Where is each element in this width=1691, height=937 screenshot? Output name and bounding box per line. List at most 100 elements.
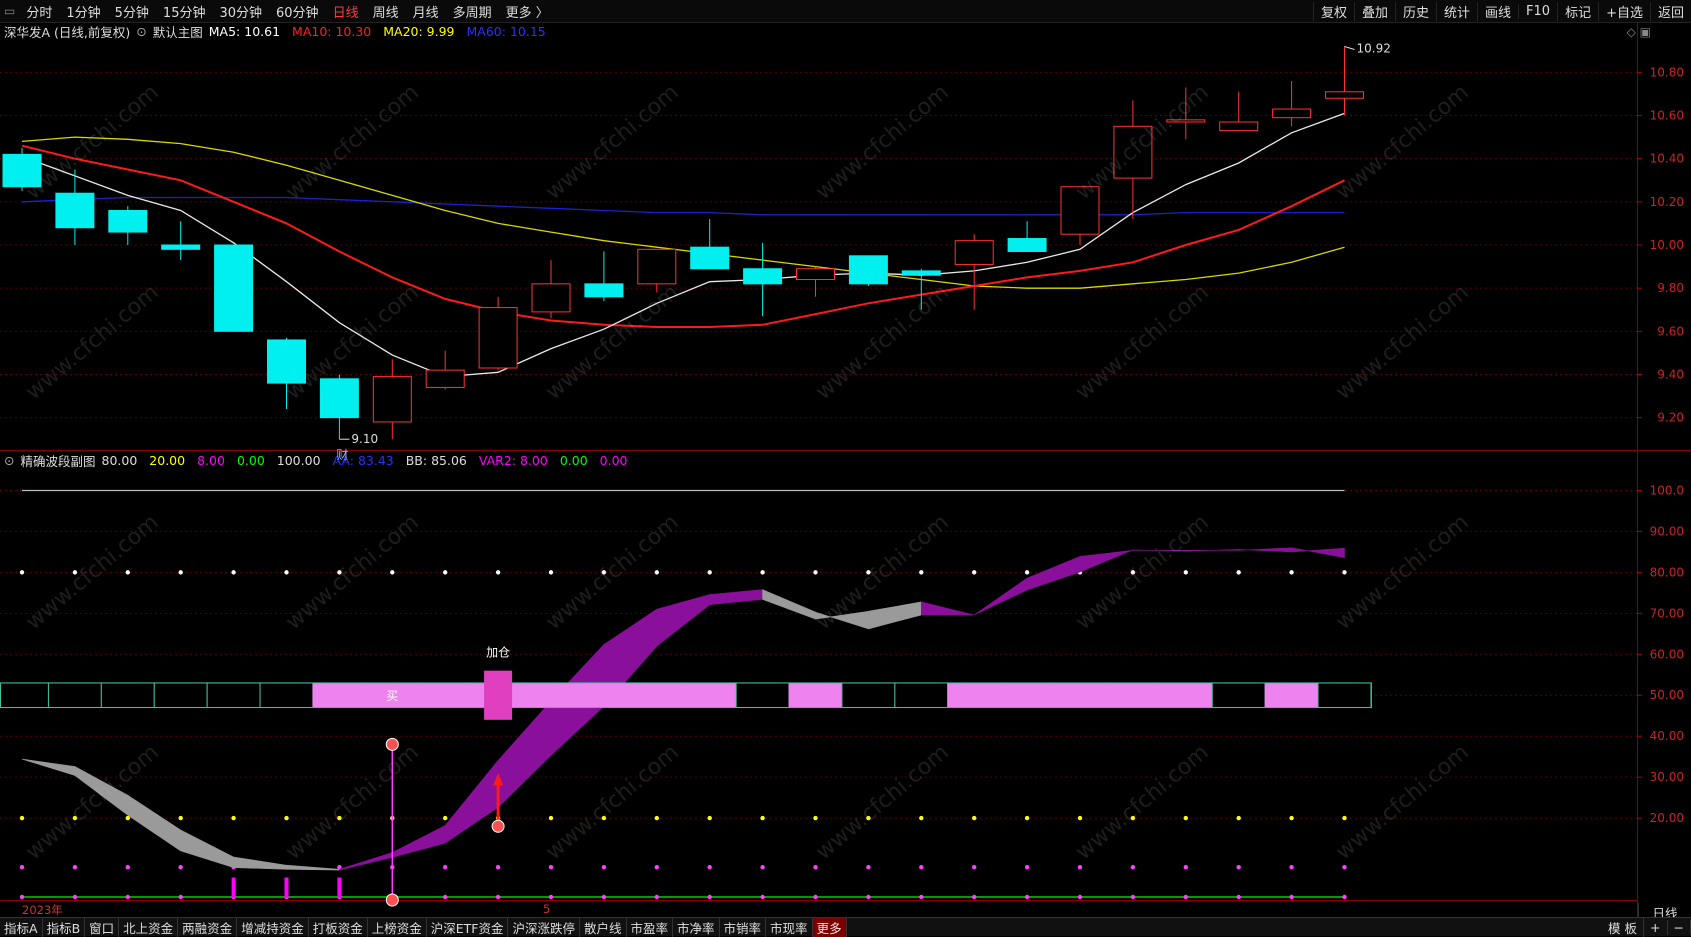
candle-body-11 [584,283,624,298]
band-segment-12 [656,594,711,647]
level-dot-0-2 [125,894,130,900]
level-dot-80-11 [601,570,607,575]
bottom-tab-0[interactable]: 指标A [0,917,43,937]
band-segment-18 [974,577,1028,616]
main-tick-label-7: 9.40 [1657,367,1684,381]
kline-chart[interactable]: 10.80 10.60 10.40 10.20 10.00 9.80 9.60 9.40 9.2… [0,0,1691,918]
signal-strip-cell-11 [576,682,631,709]
band-segment-19 [1026,555,1081,591]
band-segment-1 [74,765,129,816]
indicator-tabbar: 指标A 指标B 窗口 北上资金 两融资金 增减持资金 打板资金 上榜资金 沪深ETF资金 沪深涨跌… [0,917,1691,937]
level-dot-80-13 [707,570,712,575]
bottom-right-button-2[interactable]: − [1668,919,1691,935]
level-dot-80-24 [1289,570,1294,575]
bottom-tab-13[interactable]: 市销率 [720,917,767,937]
bottom-right-button-1[interactable]: + [1644,919,1668,935]
bottom-tab-14[interactable]: 市现率 [766,917,813,937]
band-segment-3 [180,829,234,869]
level-dot-0-22 [1183,894,1189,900]
level-dot-20-6 [337,815,342,821]
bottom-right-button-0[interactable]: 模 板 [1602,917,1645,937]
level-dot-8-24 [1289,865,1294,870]
level-dot-80-12 [654,570,659,575]
bottom-tab-10[interactable]: 散户线 [580,917,627,937]
level-dot-0-10 [548,894,554,900]
band-segment-20 [1079,549,1134,573]
level-dot-80-4 [231,570,236,575]
financial-event-marker: 财 [336,448,348,462]
band-segment-8 [444,759,499,844]
level-dot-8-22 [1183,865,1189,870]
buy-signal-ball-top [385,737,399,751]
level-dot-8-0 [19,865,25,870]
level-dot-8-16 [866,865,871,870]
sub-tick-label-2: 80.00 [1650,565,1684,579]
level-dot-8-12 [654,865,659,870]
bottom-tab-8[interactable]: 沪深ETF资金 [427,917,509,937]
level-dot-8-18 [972,865,977,870]
level-dot-20-17 [919,815,924,821]
bottom-tab-4[interactable]: 两融资金 [178,917,238,937]
signal-strip-cell-23 [1211,682,1266,709]
level-dot-80-3 [178,570,183,575]
level-dot-8-17 [919,865,924,870]
bottom-tab-9[interactable]: 沪深涨跌停 [508,917,580,937]
candle-body-15 [796,268,835,281]
band-segment-5 [286,864,340,871]
level-dot-80-22 [1183,570,1189,575]
bottom-tab-5[interactable]: 增减持资金 [237,917,309,937]
signal-strip-cell-18 [947,682,1002,709]
level-dot-8-1 [72,865,78,870]
bottom-tab-3[interactable]: 北上资金 [119,917,179,937]
main-tick-label-8: 9.20 [1657,411,1684,425]
bottom-tab-6[interactable]: 打板资金 [309,917,368,937]
level-dot-8-21 [1130,865,1136,870]
year-axis-label: 2023年 [22,903,63,917]
band-segment-4 [233,856,287,870]
level-dot-0-14 [760,894,765,900]
main-tick-label-2: 10.40 [1650,152,1684,166]
level-dot-20-24 [1289,815,1294,821]
level-dot-20-21 [1130,815,1136,821]
level-dot-20-20 [1077,815,1083,821]
level-dot-80-5 [284,570,289,575]
sub-tick-label-7: 30.00 [1650,770,1684,784]
band-segment-2 [127,794,181,852]
candle-body-10 [531,283,571,313]
level-dot-0-12 [654,894,659,900]
level-dot-80-2 [125,570,130,575]
level-dot-0-3 [178,894,183,900]
signal-strip-cell-8 [418,682,473,709]
band-segment-17 [920,601,975,616]
candle-body-8 [425,369,465,388]
main-tick-label-5: 9.80 [1657,281,1684,295]
level-dot-20-11 [601,815,607,821]
signal-strip-cell-25 [1317,682,1372,709]
band-segment-0 [21,758,76,776]
candle-body-25 [1325,91,1364,99]
signal-strip-cell-0 [0,682,49,709]
level-dot-20-10 [548,815,554,821]
band-segment-15 [815,610,869,630]
signal-strip-cell-21 [1105,682,1160,709]
bottom-tab-2[interactable]: 窗口 [85,917,120,937]
bottom-tab-11[interactable]: 市盈率 [627,917,674,937]
level-dot-8-25 [1342,865,1347,870]
main-tick-label-6: 9.60 [1657,324,1684,338]
level-dot-80-21 [1130,570,1136,575]
candle-body-1 [55,192,95,229]
candle-body-14 [743,268,783,285]
candle-body-21 [1113,125,1153,179]
level-dot-0-8 [443,894,448,900]
bottom-tab-12[interactable]: 市净率 [673,917,720,937]
level-dot-0-18 [972,894,977,900]
bottom-tab-1[interactable]: 指标B [43,917,86,937]
bottom-tab-15[interactable]: 更多 [812,917,847,937]
band-segment-23 [1238,547,1292,553]
low-price-label: 9.10 [351,432,378,446]
signal-strip-cell-10 [524,682,578,709]
signal-strip-cell-24 [1264,682,1319,709]
bottom-tab-7[interactable]: 上榜资金 [368,917,427,937]
candle-body-18 [954,240,994,265]
signal-strip-cell-15 [788,682,843,709]
